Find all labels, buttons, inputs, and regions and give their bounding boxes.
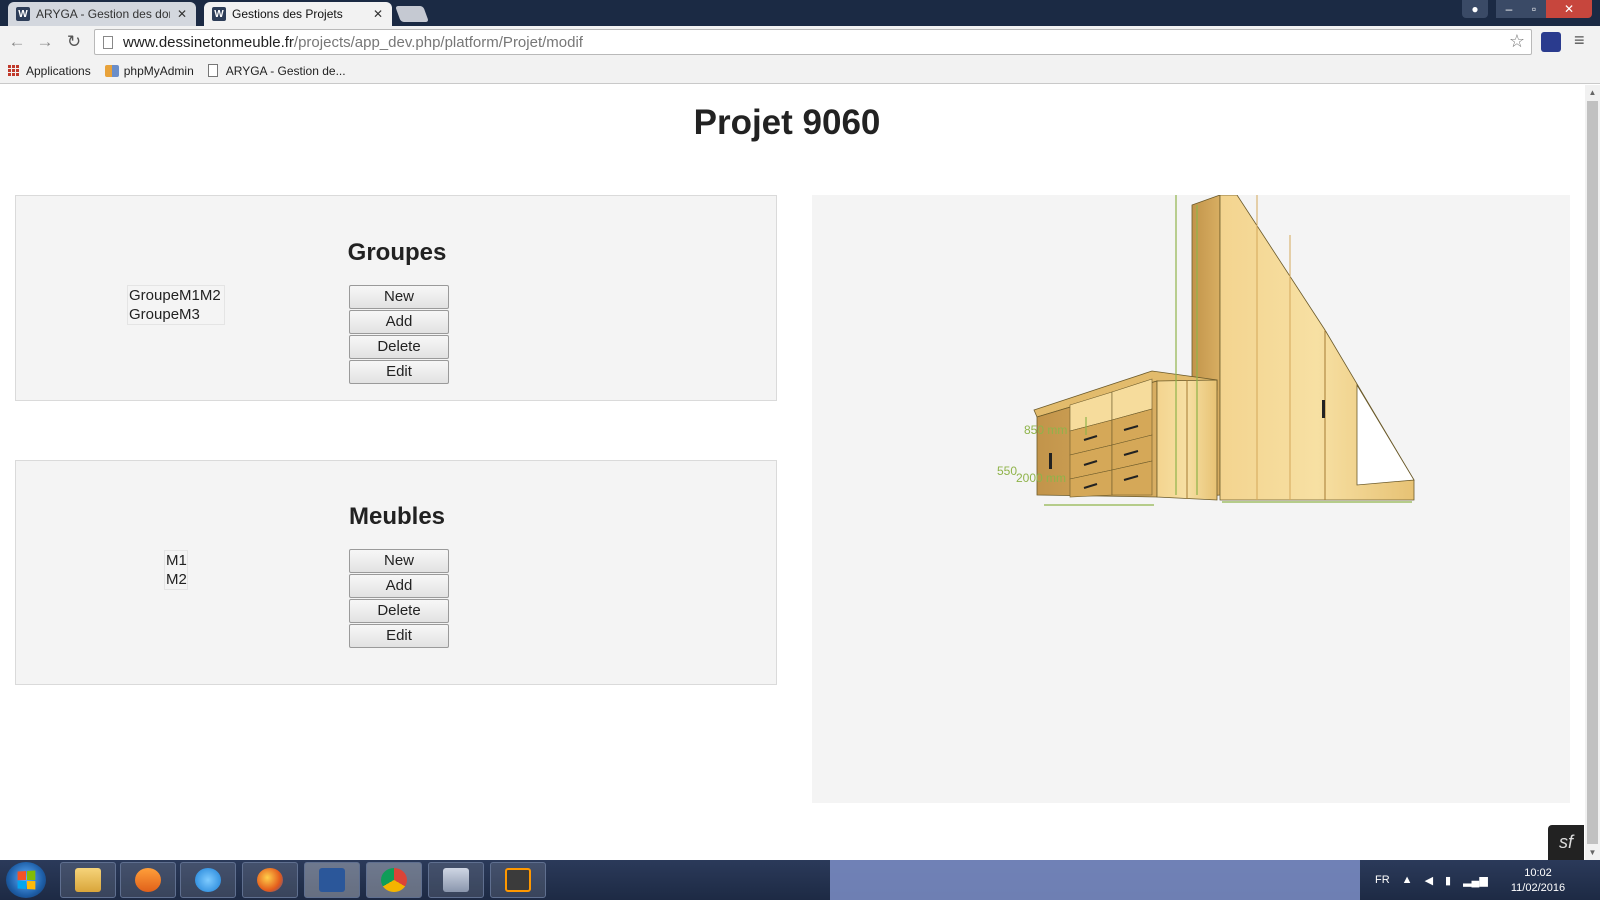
browser-toolbar: ← → ↻ www.dessinetonmeuble.fr/projects/a… (0, 26, 1600, 58)
bookmark-phpmyadmin[interactable]: phpMyAdmin (104, 63, 194, 78)
page-icon (103, 35, 113, 49)
groupes-new-button[interactable]: New (349, 285, 449, 309)
menu-icon[interactable]: ≡ (1574, 30, 1585, 51)
taskbar-highlight (830, 860, 1360, 900)
list-item[interactable]: GroupeM1M2 (128, 286, 224, 305)
clock-date: 11/02/2016 (1510, 882, 1566, 894)
scroll-up-icon[interactable]: ▲ (1585, 85, 1600, 100)
url-host: www.dessinetonmeuble.fr (123, 33, 294, 51)
groupes-add-button[interactable]: Add (349, 310, 449, 334)
word-taskbar-button[interactable] (304, 862, 360, 898)
meubles-buttons: New Add Delete Edit (349, 549, 449, 649)
bookmarks-bar: Applications phpMyAdmin ARYGA - Gestion … (0, 58, 1600, 84)
wordpress-favicon-icon: W (212, 7, 226, 21)
minimize-button[interactable]: – (1496, 0, 1522, 18)
maximize-button[interactable]: ▫ (1522, 0, 1546, 18)
slanted-recess (1356, 383, 1415, 486)
clock[interactable]: 10:02 11/02/2016 (1508, 866, 1568, 896)
list-item[interactable]: M1 (165, 551, 187, 570)
page-title: Projet 9060 (693, 103, 881, 142)
clock-time: 10:02 (1524, 867, 1552, 879)
door-handle (1049, 453, 1052, 469)
sublime-text-icon (505, 868, 531, 892)
bookmark-star-icon[interactable]: ☆ (1509, 31, 1525, 52)
dimension-label: 550 (997, 464, 1017, 478)
tab-strip: W ARYGA - Gestion des dom ✕ W Gestions d… (0, 0, 1600, 26)
media-player-icon (135, 868, 161, 892)
tab-title: ARYGA - Gestion des dom (36, 7, 170, 21)
groupes-list[interactable]: GroupeM1M2 GroupeM3 (127, 285, 225, 325)
page-content: Projet 9060 Groupes GroupeM1M2 GroupeM3 … (0, 85, 1585, 860)
bookmark-label: ARYGA - Gestion de... (225, 63, 346, 78)
extension-icon[interactable] (1541, 32, 1561, 52)
groupes-delete-button[interactable]: Delete (349, 335, 449, 359)
phpmyadmin-icon (104, 64, 119, 77)
meubles-list[interactable]: M1 M2 (164, 550, 188, 590)
close-icon[interactable]: ✕ (372, 7, 384, 21)
meubles-new-button[interactable]: New (349, 549, 449, 573)
network-icon[interactable]: ▮ (1445, 874, 1451, 887)
groupes-buttons: New Add Delete Edit (349, 285, 449, 385)
chrome-icon (381, 868, 407, 892)
meubles-delete-button[interactable]: Delete (349, 599, 449, 623)
apps-grid-icon (8, 64, 20, 77)
new-tab-button[interactable] (395, 6, 429, 22)
3d-viewer[interactable]: 850 mm 550 2000 mm (812, 194, 1570, 803)
groupes-panel: Groupes GroupeM1M2 GroupeM3 New Add Dele… (15, 195, 777, 401)
list-item[interactable]: GroupeM3 (128, 305, 224, 324)
forward-icon[interactable]: → (34, 31, 56, 53)
firefox-taskbar-button[interactable] (242, 862, 298, 898)
bookmark-aryga[interactable]: ARYGA - Gestion de... (207, 63, 346, 78)
page-icon (207, 64, 218, 77)
chrome-taskbar-button[interactable] (366, 862, 422, 898)
folder-icon (75, 868, 101, 892)
scroll-thumb[interactable] (1587, 101, 1598, 844)
bookmark-applications[interactable]: Applications (0, 64, 91, 78)
dimension-label: 2000 mm (1016, 471, 1066, 485)
start-button[interactable] (6, 862, 46, 898)
address-bar[interactable]: www.dessinetonmeuble.fr/projects/app_dev… (94, 29, 1532, 55)
media-player-taskbar-button[interactable] (120, 862, 176, 898)
tab-gestions-projets[interactable]: W Gestions des Projets ✕ (204, 2, 392, 26)
dimension-label: 850 mm (1024, 423, 1067, 437)
app-taskbar-button[interactable] (428, 862, 484, 898)
internet-explorer-icon (195, 868, 221, 892)
meubles-edit-button[interactable]: Edit (349, 624, 449, 648)
furniture-render: 850 mm 550 2000 mm (997, 194, 1415, 506)
scroll-down-icon[interactable]: ▼ (1585, 845, 1600, 860)
windows-taskbar: FR ▲ ◀ ▮ ▂▄▆ 10:02 11/02/2016 (0, 860, 1600, 900)
url-path: /projects/app_dev.php/platform/Projet/mo… (293, 33, 583, 51)
bookmark-label: phpMyAdmin (123, 63, 194, 78)
wordpress-favicon-icon: W (16, 7, 30, 21)
meubles-add-button[interactable]: Add (349, 574, 449, 598)
meubles-panel: Meubles M1 M2 New Add Delete Edit (15, 460, 777, 685)
sublime-taskbar-button[interactable] (490, 862, 546, 898)
symfony-toolbar-icon[interactable]: sf (1548, 825, 1584, 860)
tab-title: Gestions des Projets (232, 7, 343, 21)
page-scrollbar[interactable]: ▲ ▼ (1585, 85, 1600, 860)
language-indicator[interactable]: FR (1375, 874, 1390, 886)
ie-taskbar-button[interactable] (180, 862, 236, 898)
door-handle (1322, 400, 1325, 418)
word-icon (319, 868, 345, 892)
back-icon[interactable]: ← (6, 31, 28, 53)
close-window-button[interactable]: ✕ (1546, 0, 1592, 18)
windows-logo-icon (17, 870, 36, 890)
meubles-title: Meubles (348, 503, 446, 530)
system-tray: FR ▲ ◀ ▮ ▂▄▆ (1375, 860, 1500, 900)
application-icon (443, 868, 469, 892)
reload-icon[interactable]: ↻ (63, 31, 85, 53)
user-icon[interactable]: ● (1462, 0, 1488, 18)
volume-icon[interactable]: ◀ (1425, 874, 1433, 887)
groupes-edit-button[interactable]: Edit (349, 360, 449, 384)
groupes-title: Groupes (347, 239, 447, 266)
show-hidden-icons-icon[interactable]: ▲ (1402, 874, 1413, 886)
list-item[interactable]: M2 (165, 570, 187, 589)
tab-aryga[interactable]: W ARYGA - Gestion des dom ✕ (8, 2, 196, 26)
firefox-icon (257, 868, 283, 892)
signal-icon[interactable]: ▂▄▆ (1463, 874, 1488, 887)
explorer-taskbar-button[interactable] (60, 862, 116, 898)
close-icon[interactable]: ✕ (176, 7, 188, 21)
bookmark-label: Applications (26, 63, 91, 78)
